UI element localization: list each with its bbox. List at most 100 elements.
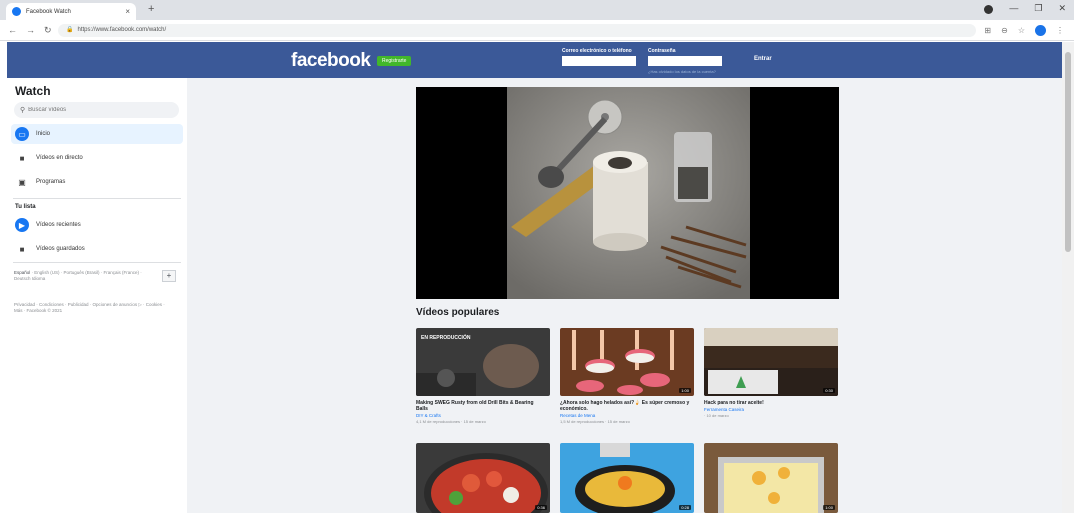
live-video-icon: ■: [19, 153, 25, 163]
password-field[interactable]: [648, 56, 722, 66]
shows-icon: ▣: [18, 177, 26, 187]
lock-icon: 🔒: [66, 27, 74, 33]
video-page-name[interactable]: Ferramenta Caseira: [704, 407, 838, 412]
video-card[interactable]: 0:28: [560, 443, 694, 513]
sidebar-item-home[interactable]: ▭ Inicio: [11, 124, 183, 144]
video-duration: 0:36: [535, 505, 547, 510]
minimize-button[interactable]: —: [1009, 3, 1018, 14]
divider: [13, 198, 181, 199]
facebook-favicon-icon: [12, 7, 21, 16]
reload-icon[interactable]: ↻: [44, 25, 52, 36]
video-thumbnail[interactable]: 1:00: [704, 443, 838, 513]
watch-sidebar: Watch ⚲ ▭ Inicio ■ Vídeos en directo ▣ P…: [7, 78, 187, 513]
back-arrow-icon[interactable]: ←: [8, 25, 17, 36]
video-player[interactable]: [416, 87, 839, 299]
sidebar-item-label: Programas: [36, 179, 66, 185]
sidebar-item-shows[interactable]: ▣ Programas: [11, 172, 183, 192]
signup-button[interactable]: Registrarte: [377, 56, 412, 66]
video-card[interactable]: EN REPRODUCCIÓN Making SWEG Rusty from o…: [416, 328, 550, 424]
video-duration: 1:00: [679, 388, 691, 393]
url-text: https://www.facebook.com/watch/: [77, 27, 167, 33]
now-playing-label: EN REPRODUCCIÓN: [421, 335, 471, 341]
sidebar-item-saved[interactable]: ■ Vídeos guardados: [11, 239, 183, 259]
sidebar-item-recent[interactable]: ▶ Vídeos recientes: [11, 215, 183, 235]
navigation-buttons: ← → ↻: [8, 25, 52, 36]
window-controls: — ❐ ✕: [984, 3, 1066, 14]
zoom-icon[interactable]: ⊖: [1001, 26, 1008, 35]
video-frame: [416, 87, 839, 299]
search-box[interactable]: ⚲: [14, 102, 179, 118]
new-tab-button[interactable]: +: [148, 3, 154, 15]
main-content: Vídeos populares EN REPRODUCCIÓN Making …: [187, 78, 1062, 513]
browser-tab-bar: Facebook Watch × + — ❐ ✕: [0, 0, 1074, 20]
maximize-button[interactable]: ❐: [1034, 3, 1042, 14]
video-duration: 0:30: [823, 388, 835, 393]
video-title[interactable]: ¿Ahora solo hago helados así?🍦 Es súper …: [560, 400, 690, 412]
video-thumbnail[interactable]: 0:30: [704, 328, 838, 396]
bookmark-icon: ■: [19, 244, 25, 254]
star-icon[interactable]: ☆: [1018, 26, 1025, 35]
thumbnail-image: [416, 443, 550, 513]
thumbnail-image: [560, 328, 694, 396]
close-window-button[interactable]: ✕: [1058, 3, 1066, 14]
email-label: Correo electrónico o teléfono: [562, 48, 632, 54]
video-card[interactable]: 0:36: [416, 443, 550, 513]
url-field[interactable]: 🔒 https://www.facebook.com/watch/: [58, 24, 976, 37]
video-thumbnail[interactable]: EN REPRODUCCIÓN: [416, 328, 550, 396]
video-duration: 1:00: [823, 505, 835, 510]
thumbnail-image: [704, 443, 838, 513]
browser-tab[interactable]: Facebook Watch ×: [6, 3, 136, 20]
video-card[interactable]: 1:00 ¿Ahora solo hago helados así?🍦 Es s…: [560, 328, 694, 424]
email-field[interactable]: [562, 56, 636, 66]
scrollbar-thumb[interactable]: [1065, 52, 1071, 252]
address-bar-row: ← → ↻ 🔒 https://www.facebook.com/watch/ ⊞…: [0, 20, 1074, 41]
facebook-header: facebook Registrarte Correo electrónico …: [7, 42, 1062, 78]
video-meta: · 10 de marzo: [704, 413, 729, 418]
tab-title: Facebook Watch: [26, 8, 71, 15]
add-language-button[interactable]: +: [162, 270, 176, 282]
password-label: Contraseña: [648, 48, 676, 54]
profile-icon[interactable]: [1035, 25, 1046, 36]
footer-links[interactable]: Privacidad · Condiciones · Publicidad · …: [14, 302, 174, 314]
sidebar-title: Watch: [15, 84, 51, 98]
video-thumbnail[interactable]: 0:36: [416, 443, 550, 513]
video-meta: 1,5 M de reproducciones · 15 de marzo: [560, 419, 630, 424]
translate-icon[interactable]: ⊞: [984, 26, 991, 35]
sidebar-item-label: Vídeos recientes: [36, 222, 81, 228]
sidebar-item-label: Vídeos en directo: [36, 155, 83, 161]
video-duration: 0:28: [679, 505, 691, 510]
sidebar-item-label: Inicio: [36, 131, 51, 137]
current-language: Español: [14, 270, 31, 275]
section-title: Tu lista: [15, 204, 36, 210]
divider: [13, 262, 181, 263]
video-thumbnail[interactable]: 1:00: [560, 328, 694, 396]
language-selector: Español · English (US) · Português (Bras…: [14, 270, 154, 282]
forgot-account-link[interactable]: ¿Has olvidado los datos de la cuenta?: [648, 69, 716, 74]
search-input[interactable]: [28, 107, 169, 113]
menu-icon[interactable]: ⋮: [1056, 26, 1064, 35]
facebook-logo[interactable]: facebook: [291, 50, 371, 72]
popular-videos-title: Vídeos populares: [416, 307, 500, 318]
forward-arrow-icon[interactable]: →: [26, 25, 35, 36]
video-card[interactable]: 1:00: [704, 443, 838, 513]
thumbnail-image: [704, 328, 838, 396]
account-icon[interactable]: [984, 5, 994, 14]
close-tab-icon[interactable]: ×: [125, 7, 130, 16]
search-icon: ⚲: [20, 107, 26, 114]
video-title[interactable]: Hack para no tirar aceite!: [704, 400, 834, 406]
video-meta: 4,1 M de reproducciones · 15 de marzo: [416, 419, 486, 424]
login-button[interactable]: Entrar: [754, 56, 772, 62]
video-page-name[interactable]: DIY & Crafts: [416, 413, 550, 418]
language-more[interactable]: Idioma: [32, 276, 46, 281]
video-card[interactable]: 0:30 Hack para no tirar aceite! Ferramen…: [704, 328, 838, 418]
video-title[interactable]: Making SWEG Rusty from old Drill Bits & …: [416, 400, 546, 412]
sidebar-item-label: Vídeos guardados: [36, 246, 85, 252]
home-icon: ▭: [15, 127, 29, 141]
play-icon: ▶: [15, 218, 29, 232]
page-scrollbar[interactable]: [1062, 42, 1074, 513]
thumbnail-image: [560, 443, 694, 513]
video-page-name[interactable]: Recetas de Mena: [560, 413, 694, 418]
video-thumbnail[interactable]: 0:28: [560, 443, 694, 513]
sidebar-item-live[interactable]: ■ Vídeos en directo: [11, 148, 183, 168]
toolbar-icons: ⊞ ⊖ ☆ ⋮: [984, 25, 1064, 36]
